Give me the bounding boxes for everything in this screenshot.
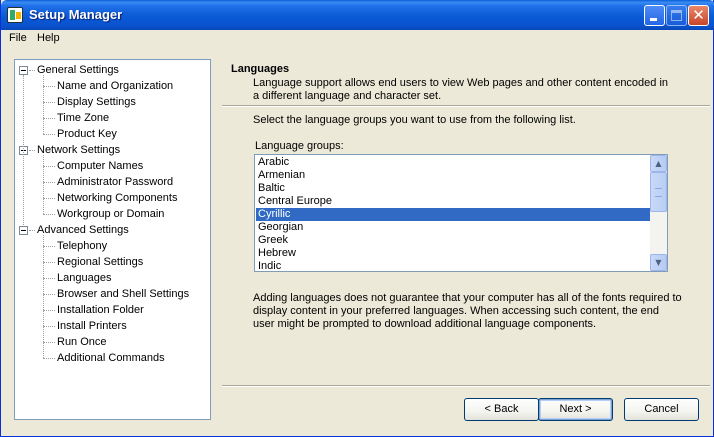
close-button[interactable]: ✕ [688, 5, 709, 26]
tree-connector [29, 70, 35, 71]
window-title: Setup Manager [29, 7, 123, 22]
tree-group-2[interactable]: Advanced Settings [37, 223, 129, 237]
tree-connector [43, 166, 55, 167]
menu-file[interactable]: File [9, 32, 27, 44]
language-option-baltic[interactable]: Baltic [256, 182, 650, 195]
chevron-down-icon: ▼ [655, 258, 662, 267]
tree-connector [43, 246, 55, 247]
tree-connector [43, 310, 55, 311]
scroll-up-button[interactable]: ▲ [650, 155, 667, 172]
page-description: Language support allows end users to vie… [253, 77, 669, 102]
maximize-button[interactable] [666, 5, 687, 26]
tree-connector [29, 230, 35, 231]
tree-item-install-printers[interactable]: Install Printers [57, 319, 127, 333]
tree-connector [43, 358, 55, 359]
tree-item-time-zone[interactable]: Time Zone [57, 111, 109, 125]
settings-tree[interactable]: General Settings Name and Organization Dis… [14, 59, 211, 420]
tree-connector [43, 182, 55, 183]
language-option-hebrew[interactable]: Hebrew [256, 247, 650, 260]
tree-connector [43, 278, 55, 279]
tree-item-administrator-password[interactable]: Administrator Password [57, 175, 173, 189]
language-option-armenian[interactable]: Armenian [256, 169, 650, 182]
tree-item-browser-and-shell-settings[interactable]: Browser and Shell Settings [57, 287, 189, 301]
tree-item-languages[interactable]: Languages [57, 271, 111, 285]
scroll-down-button[interactable]: ▼ [650, 254, 667, 271]
tree-item-workgroup-or-domain[interactable]: Workgroup or Domain [57, 207, 164, 221]
menu-help[interactable]: Help [37, 32, 60, 44]
tree-connector [43, 86, 55, 87]
languages-page: Languages Language support allows end us… [222, 59, 710, 389]
footer-divider [222, 385, 710, 387]
header-divider [222, 105, 710, 107]
tree-collapse-toggle[interactable] [19, 66, 28, 75]
minimize-button[interactable] [644, 5, 665, 26]
tree-item-product-key[interactable]: Product Key [57, 127, 117, 141]
tree-connector [43, 235, 44, 358]
close-icon: ✕ [692, 6, 705, 24]
instructions-text: Select the language groups you want to u… [253, 114, 576, 126]
language-option-cyrillic[interactable]: Cyrillic [256, 208, 650, 221]
language-option-greek[interactable]: Greek [256, 234, 650, 247]
language-option-central-europe[interactable]: Central Europe [256, 195, 650, 208]
tree-connector [43, 342, 55, 343]
tree-item-computer-names[interactable]: Computer Names [57, 159, 143, 173]
setup-manager-window: Setup Manager ✕ File Help General Settin… [0, 0, 714, 437]
tree-group-1[interactable]: Network Settings [37, 143, 120, 157]
setup-manager-app-icon [7, 7, 23, 23]
tree-item-name-and-organization[interactable]: Name and Organization [57, 79, 173, 93]
tree-item-display-settings[interactable]: Display Settings [57, 95, 136, 109]
language-option-georgian[interactable]: Georgian [256, 221, 650, 234]
tree-group-0[interactable]: General Settings [37, 63, 119, 77]
tree-connector [43, 118, 55, 119]
maximize-icon [671, 10, 682, 21]
language-groups-label: Language groups: [255, 140, 344, 152]
tree-connector [43, 75, 44, 134]
language-option-arabic[interactable]: Arabic [256, 156, 650, 169]
language-note: Adding languages does not guarantee that… [253, 292, 682, 330]
tree-item-run-once[interactable]: Run Once [57, 335, 107, 349]
title-bar[interactable]: Setup Manager ✕ [1, 0, 714, 30]
tree-item-telephony[interactable]: Telephony [57, 239, 107, 253]
tree-connector [43, 294, 55, 295]
listbox-scrollbar[interactable]: ▲ ▼ [650, 155, 667, 271]
page-title: Languages [231, 63, 290, 75]
language-groups-listbox[interactable]: Arabic Armenian Baltic Central Europe Cyrill… [254, 154, 668, 272]
back-button[interactable]: < Back [464, 398, 539, 421]
chevron-up-icon: ▲ [655, 159, 662, 168]
tree-connector [43, 214, 55, 215]
tree-connector [43, 134, 55, 135]
tree-connector [29, 150, 35, 151]
scroll-thumb[interactable] [650, 172, 667, 212]
tree-collapse-toggle[interactable] [19, 226, 28, 235]
tree-item-networking-components[interactable]: Networking Components [57, 191, 177, 205]
tree-item-additional-commands[interactable]: Additional Commands [57, 351, 165, 365]
tree-connector [43, 262, 55, 263]
tree-connector [43, 198, 55, 199]
language-option-indic[interactable]: Indic [256, 260, 650, 273]
tree-connector [23, 75, 24, 225]
tree-connector [43, 155, 44, 214]
cancel-button[interactable]: Cancel [624, 398, 699, 421]
tree-connector [43, 102, 55, 103]
tree-connector [43, 326, 55, 327]
next-button[interactable]: Next > [538, 398, 613, 421]
tree-item-regional-settings[interactable]: Regional Settings [57, 255, 143, 269]
minimize-icon [650, 18, 657, 21]
tree-item-installation-folder[interactable]: Installation Folder [57, 303, 144, 317]
menu-bar: File Help [1, 30, 713, 48]
